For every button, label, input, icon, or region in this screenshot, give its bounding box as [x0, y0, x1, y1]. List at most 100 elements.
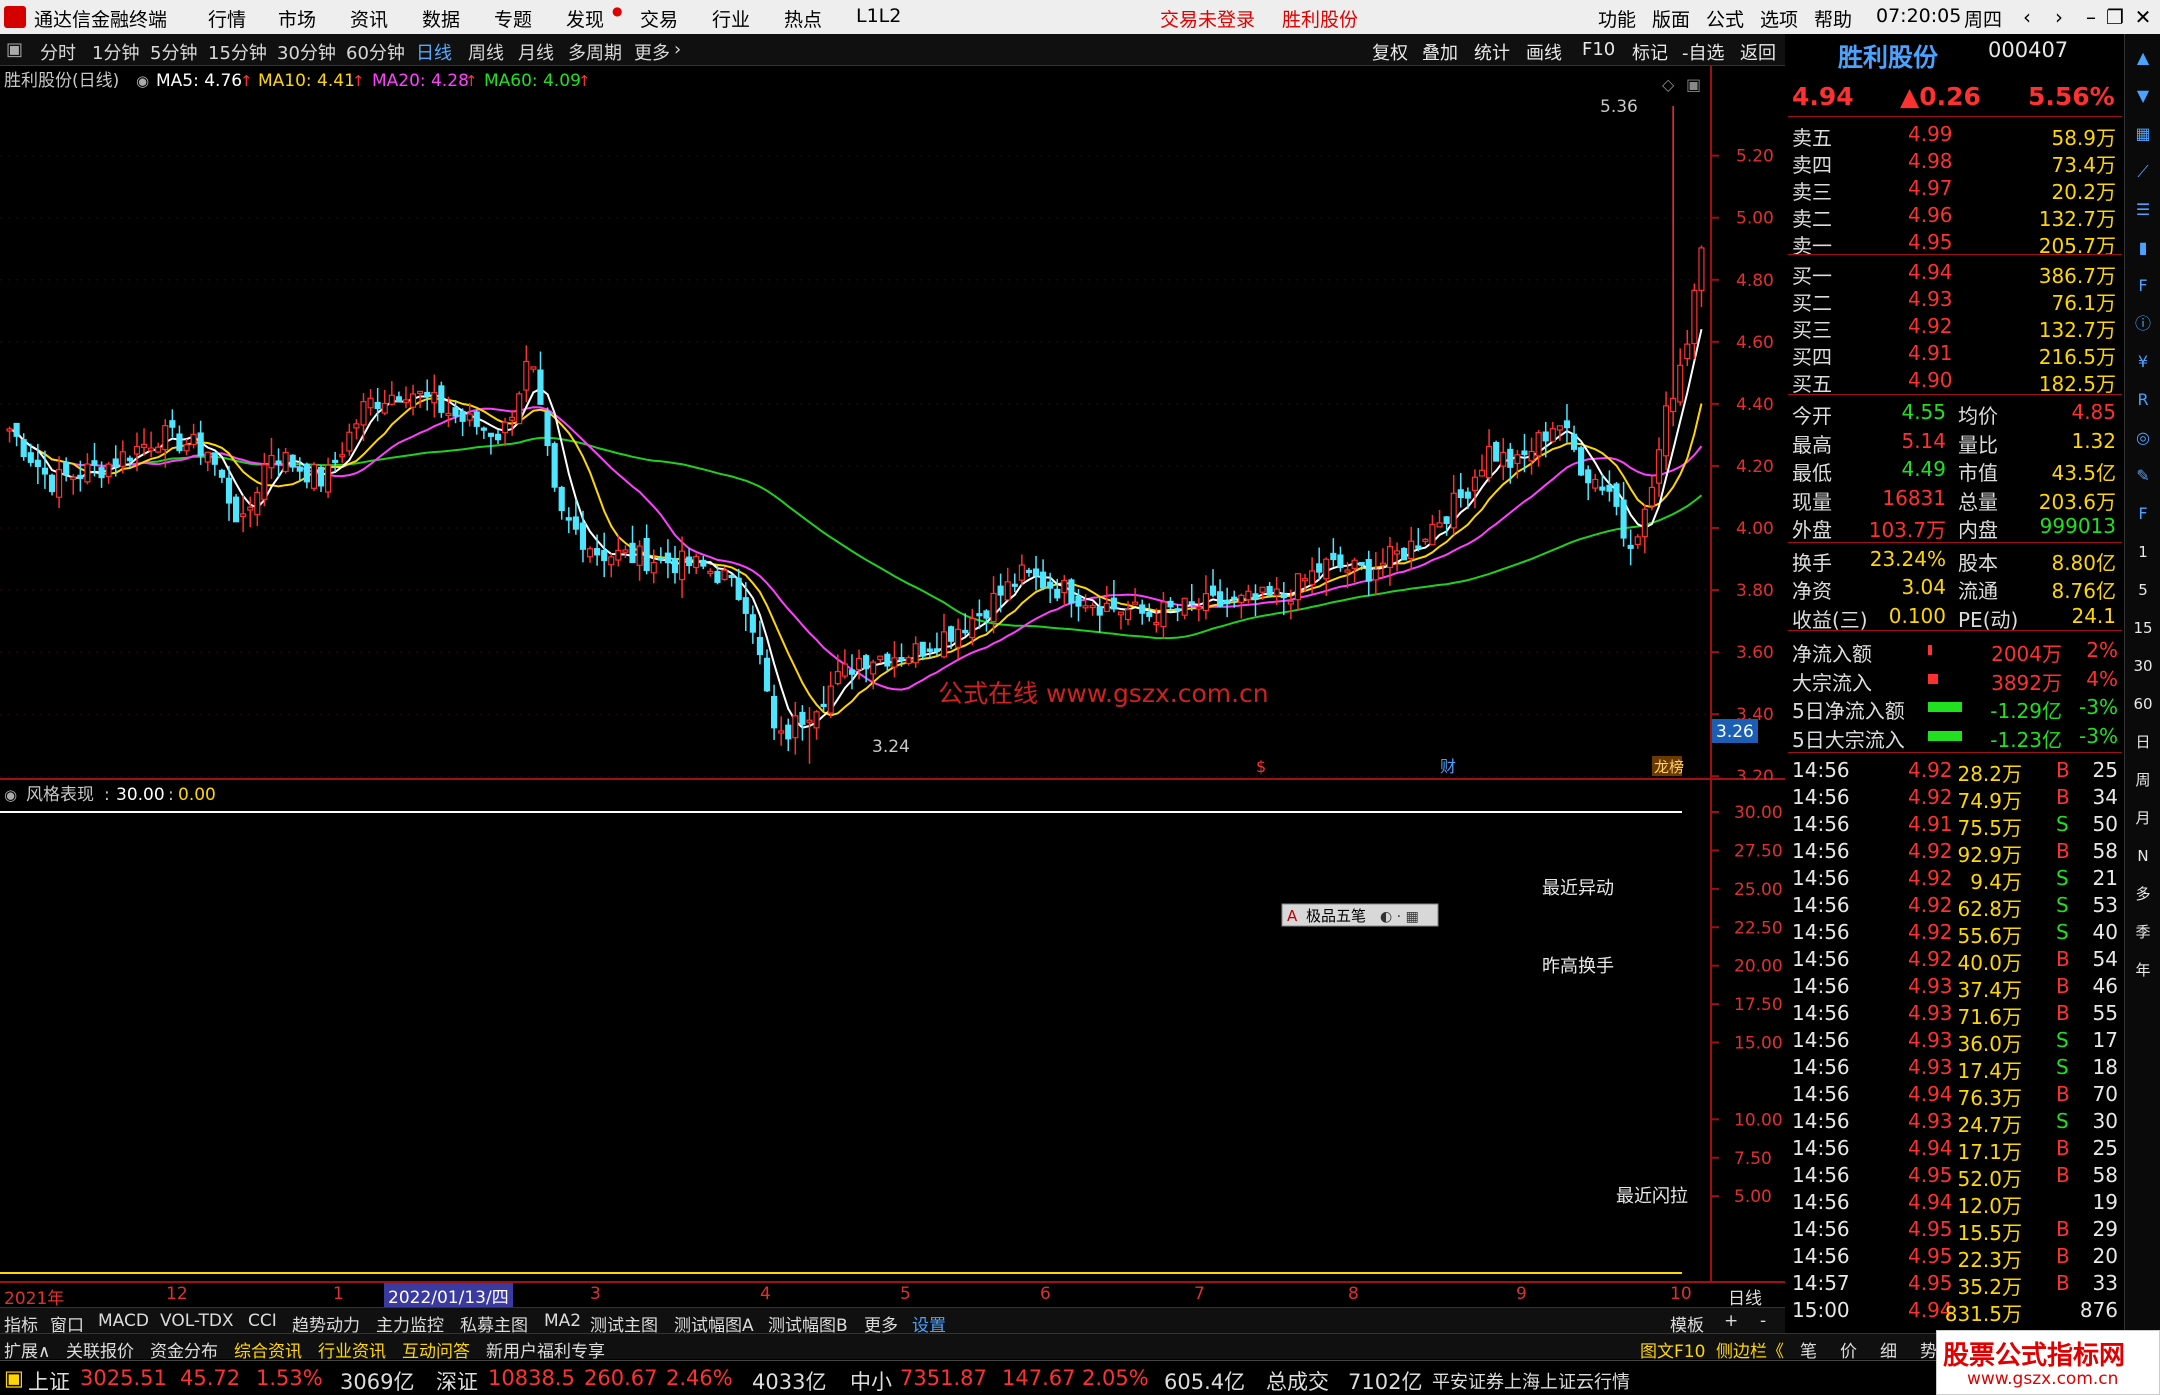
btn-trend[interactable]: 势 [1920, 1337, 1937, 1362]
tab-expand[interactable]: 扩展∧ [4, 1337, 50, 1362]
tick-row[interactable]: 14:56 4.95 52.0万 B 58 [1788, 1161, 2122, 1191]
tab-more[interactable]: 更多 [634, 39, 670, 65]
f10-icon[interactable]: F [2131, 274, 2155, 298]
grid-icon[interactable]: ▦ [2131, 122, 2155, 146]
diamond-icon[interactable]: ◇ [1662, 75, 1675, 94]
btn-detail[interactable]: 细 [1880, 1337, 1897, 1362]
marker-dragon[interactable]: 龙榜 [1654, 758, 1684, 776]
sh-name[interactable]: 上证 [28, 1366, 70, 1395]
login-status[interactable]: 交易未登录 [1160, 5, 1255, 32]
tab-timeshare[interactable]: 分时 [40, 39, 76, 65]
money-icon[interactable]: ¥ [2131, 350, 2155, 374]
btn-tick[interactable]: 笔 [1800, 1337, 1817, 1362]
tick-row[interactable]: 14:56 4.92 40.0万 B 54 [1788, 945, 2122, 975]
candlestick-chart[interactable]: 5.205.004.804.604.404.204.003.803.603.40… [0, 66, 1785, 780]
tab-5min[interactable]: 5分钟 [150, 39, 197, 65]
quote-price-row[interactable]: 4.94 ▲0.26 5.56% [1788, 80, 2122, 111]
menu-formula[interactable]: 公式 [1706, 5, 1744, 32]
btn-f10[interactable]: F10 [1582, 39, 1615, 60]
menu-function[interactable]: 功能 [1598, 5, 1636, 32]
tab-capital-dist[interactable]: 资金分布 [150, 1337, 218, 1362]
menu-layout[interactable]: 版面 [1652, 5, 1690, 32]
tab-cci[interactable]: CCI [248, 1311, 277, 1331]
tab-30min[interactable]: 30分钟 [277, 39, 336, 65]
tick-row[interactable]: 14:56 4.92 62.8万 S 53 [1788, 891, 2122, 921]
candle-icon[interactable]: ▮ [2131, 236, 2155, 260]
tick-row[interactable]: 15:00 4.94 831.5万 876 [1788, 1296, 2122, 1326]
tick-row[interactable]: 14:56 4.92 74.9万 B 34 [1788, 783, 2122, 813]
indicator-toggle-icon[interactable]: ◉ [4, 786, 17, 804]
week-icon[interactable]: 周 [2131, 768, 2155, 792]
15min-icon[interactable]: 15 [2131, 616, 2155, 640]
tick-row[interactable]: 14:56 4.93 37.4万 B 46 [1788, 972, 2122, 1002]
tab-daily[interactable]: 日线 [416, 39, 452, 65]
60min-icon[interactable]: 60 [2131, 692, 2155, 716]
bid-row[interactable]: 买二 4.93 76.1万 [1788, 285, 2122, 315]
stat-row[interactable]: 净资 3.04 流通 8.76亿 [1788, 573, 2122, 603]
bid-row[interactable]: 买三 4.92 132.7万 [1788, 312, 2122, 342]
menu-market[interactable]: 市场 [278, 5, 316, 32]
ime-name[interactable]: 极品五笔 [1306, 907, 1366, 925]
tick-row[interactable]: 14:56 4.93 36.0万 S 17 [1788, 1026, 2122, 1056]
stat-row[interactable]: 最低 4.49 市值 43.5亿 [1788, 455, 2122, 485]
sz-name[interactable]: 深证 [436, 1366, 478, 1395]
bid-row[interactable]: 买一 4.94 386.7万 [1788, 258, 2122, 288]
btn-remove-pane[interactable]: - [1760, 1311, 1766, 1331]
marker-dollar[interactable]: $ [1256, 757, 1266, 776]
tab-general-news[interactable]: 综合资讯 [234, 1337, 302, 1362]
list-icon[interactable]: ☰ [2131, 198, 2155, 222]
btn-overlay[interactable]: 叠加 [1422, 39, 1458, 65]
menu-trade[interactable]: 交易 [640, 5, 678, 32]
tick-row[interactable]: 14:56 4.91 75.5万 S 50 [1788, 810, 2122, 840]
ask-row[interactable]: 卖五 4.99 58.9万 [1788, 120, 2122, 150]
day-icon[interactable]: 日 [2131, 730, 2155, 754]
up-arrow-icon[interactable]: ▲ [2131, 46, 2155, 70]
tick-row[interactable]: 14:56 4.93 71.6万 B 55 [1788, 999, 2122, 1029]
n-icon[interactable]: N [2131, 844, 2155, 868]
menu-topics[interactable]: 专题 [494, 5, 532, 32]
btn-price[interactable]: 价 [1840, 1337, 1857, 1362]
bid-row[interactable]: 买四 4.91 216.5万 [1788, 339, 2122, 369]
status-menu-icon[interactable]: ▣ [4, 1366, 24, 1390]
btn-mark[interactable]: 标记 [1632, 39, 1668, 65]
menu-l1l2[interactable]: L1L2 [856, 5, 901, 27]
tab-vol-tdx[interactable]: VOL-TDX [160, 1311, 234, 1331]
stat-row[interactable]: 收益(三) 0.100 PE(动) 24.1 [1788, 602, 2122, 632]
multi-icon[interactable]: 多 [2131, 882, 2155, 906]
5min-icon[interactable]: 5 [2131, 578, 2155, 602]
tab-weekly[interactable]: 周线 [468, 39, 504, 65]
stat-row[interactable]: 现量 16831 总量 203.6万 [1788, 484, 2122, 514]
tick-row[interactable]: 14:56 4.93 17.4万 S 18 [1788, 1053, 2122, 1083]
menu-news[interactable]: 资讯 [350, 5, 388, 32]
tab-industry-news[interactable]: 行业资讯 [318, 1337, 386, 1362]
ask-row[interactable]: 卖一 4.95 205.7万 [1788, 228, 2122, 258]
btn-f10-graphic[interactable]: 图文F10 [1640, 1337, 1705, 1362]
tick-row[interactable]: 14:56 4.92 28.2万 B 25 [1788, 756, 2122, 786]
down-arrow-icon[interactable]: ▼ [2131, 84, 2155, 108]
btn-adjust[interactable]: 复权 [1372, 39, 1408, 65]
tab-60min[interactable]: 60分钟 [346, 39, 405, 65]
tab-new-user-bonus[interactable]: 新用户福利专享 [486, 1337, 605, 1362]
stat-row[interactable]: 最高 5.14 量比 1.32 [1788, 427, 2122, 457]
ime-a-icon[interactable]: A [1287, 907, 1298, 925]
tab-qa[interactable]: 互动问答 [402, 1337, 470, 1362]
panel-max-icon[interactable]: ▣ [1686, 75, 1701, 94]
ask-row[interactable]: 卖四 4.98 73.4万 [1788, 147, 2122, 177]
menu-industry[interactable]: 行业 [712, 5, 750, 32]
tab-monthly[interactable]: 月线 [518, 39, 554, 65]
pen-icon[interactable]: ✎ [2131, 464, 2155, 488]
legend-toggle-icon[interactable]: ◉ [136, 72, 149, 90]
stat-row[interactable]: 外盘 103.7万 内盘 999013 [1788, 512, 2122, 542]
btn-back[interactable]: 返回 [1740, 39, 1776, 65]
flow-row[interactable]: 5日大宗流入 -1.23亿 -3% [1788, 722, 2122, 752]
chart-icon[interactable]: ⟋ [2131, 160, 2155, 184]
ask-row[interactable]: 卖二 4.96 132.7万 [1788, 201, 2122, 231]
tick-row[interactable]: 14:56 4.95 15.5万 B 29 [1788, 1215, 2122, 1245]
btn-remove-watch[interactable]: -自选 [1682, 39, 1725, 65]
tab-macd[interactable]: MACD [98, 1311, 149, 1331]
btn-sidebar[interactable]: 侧边栏《 [1716, 1337, 1784, 1362]
menu-options[interactable]: 选项 [1760, 5, 1798, 32]
fs-icon[interactable]: F [2131, 502, 2155, 526]
zx-name[interactable]: 中小 [850, 1366, 892, 1395]
tick-row[interactable]: 14:56 4.94 17.1万 B 25 [1788, 1134, 2122, 1164]
